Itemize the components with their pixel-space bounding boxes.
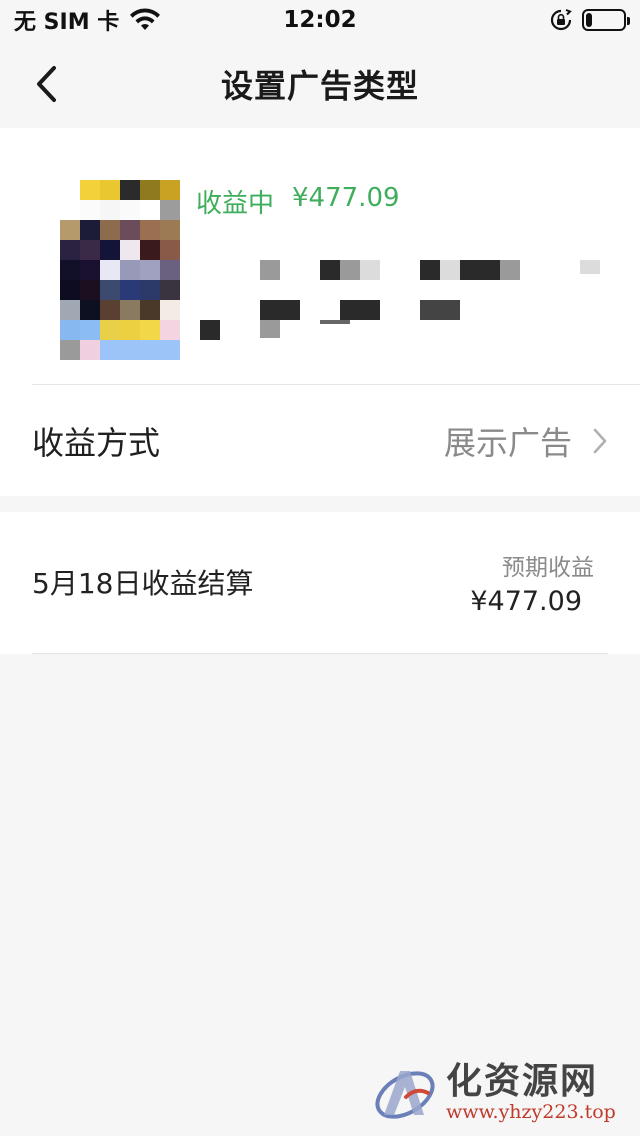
earning-method-value: 展示广告: [443, 423, 572, 462]
watermark-url: www.yhzy223.top: [446, 1101, 616, 1123]
status-time: 12:02: [283, 7, 357, 33]
battery-level: [586, 13, 592, 27]
earning-status: 收益中 ¥477.09: [196, 183, 400, 220]
expected-earning-amount: ¥477.09: [470, 586, 582, 617]
wifi-icon: [130, 8, 161, 30]
battery-icon: [582, 9, 630, 31]
earning-method-label: 收益方式: [32, 423, 161, 462]
earning-status-label: 收益中: [196, 189, 275, 219]
status-bar: 无 SIM 卡 12:02: [0, 0, 640, 40]
chevron-left-icon: [37, 66, 56, 102]
settlement-divider: [32, 653, 608, 654]
expected-earning-label: 预期收益: [502, 555, 594, 581]
settlement-row[interactable]: 5月18日收益结算 预期收益 ¥477.09: [0, 512, 640, 654]
back-button[interactable]: [24, 60, 68, 108]
watermark-text: 化资源网 www.yhzy223.top: [446, 1061, 616, 1123]
watermark-logo-icon: [375, 1071, 435, 1119]
earning-method-row[interactable]: 收益方式 展示广告: [0, 385, 640, 496]
earning-amount: ¥477.09: [292, 183, 400, 213]
status-left: 无 SIM 卡: [14, 4, 161, 36]
rotation-lock-icon: [550, 9, 572, 31]
chevron-right-icon: [593, 428, 607, 453]
navigation-bar: 设置广告类型: [0, 40, 640, 128]
earning-method-value-group: 展示广告: [444, 418, 608, 464]
carrier-label: 无 SIM 卡: [14, 10, 120, 35]
app-screen: 无 SIM 卡 12:02 设置广告类型 收益中 ¥477.09 收益方式 展示…: [0, 0, 640, 1136]
watermark-title: 化资源网: [446, 1060, 599, 1102]
ad-thumbnail: [60, 180, 180, 360]
watermark: 化资源网 www.yhzy223.top: [370, 1052, 632, 1132]
ad-card: 收益中 ¥477.09 收益方式 展示广告: [0, 128, 640, 496]
page-title: 设置广告类型: [220, 67, 419, 105]
settlement-label: 5月18日收益结算: [32, 567, 254, 600]
status-right: [550, 9, 630, 31]
